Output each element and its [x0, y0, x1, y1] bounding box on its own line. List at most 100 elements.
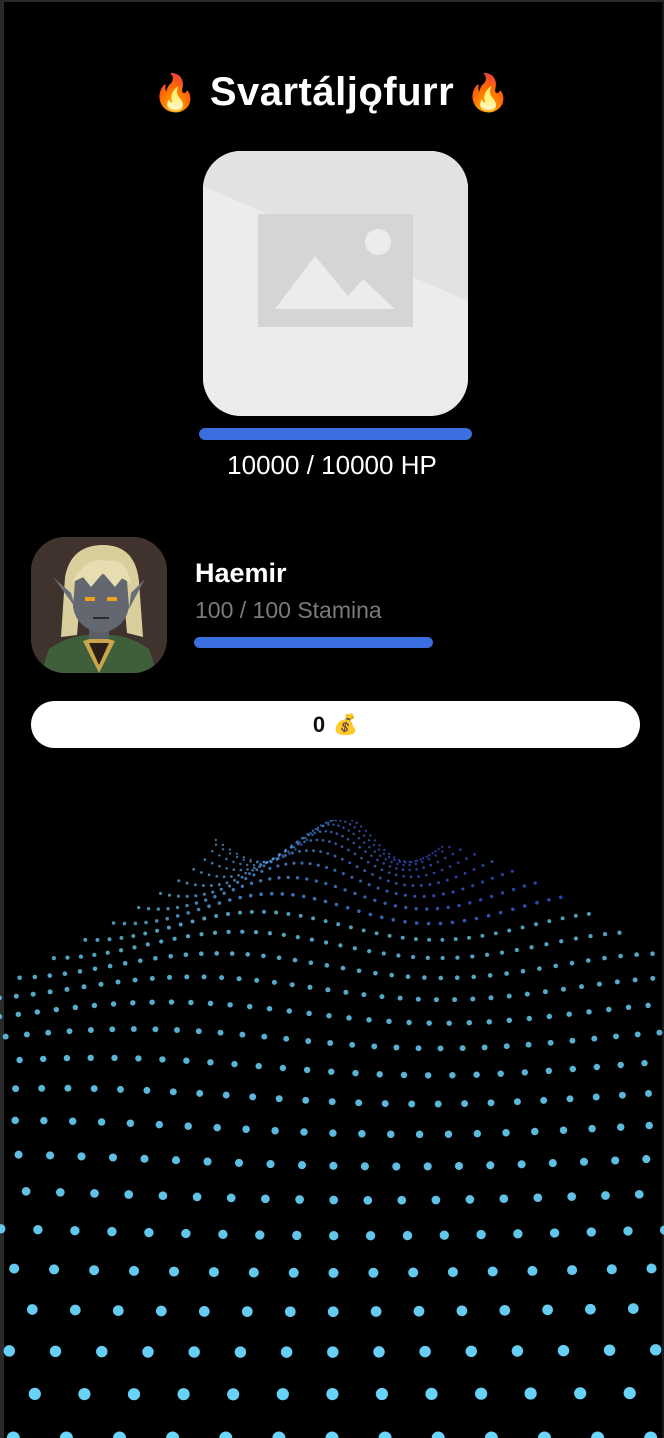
- particle-dot: [547, 1039, 554, 1046]
- particle-dot: [396, 862, 399, 866]
- particle-dot: [105, 950, 110, 955]
- particle-dot: [268, 866, 272, 870]
- particle-dot: [212, 930, 218, 935]
- particle-dot: [328, 1267, 339, 1278]
- boss-image[interactable]: [203, 151, 468, 416]
- particle-dot: [168, 1266, 180, 1277]
- particle-dot: [327, 821, 330, 824]
- particle-dot: [381, 1100, 389, 1108]
- particle-dot: [413, 1305, 425, 1317]
- particle-dot: [268, 877, 272, 881]
- particle-dot: [168, 953, 174, 959]
- particle-dot: [474, 916, 479, 921]
- particle-dot: [242, 858, 246, 861]
- particle-dot: [166, 907, 170, 911]
- particle-dot: [219, 887, 223, 891]
- particle-dot: [377, 848, 381, 851]
- particle-dot: [402, 863, 405, 867]
- particle-dot: [277, 853, 281, 857]
- particle-dot: [381, 951, 386, 956]
- particle-dot: [449, 1071, 456, 1079]
- particle-dot: [567, 1192, 577, 1201]
- particle-dot: [538, 1431, 551, 1438]
- particle-dot: [242, 1125, 250, 1133]
- particle-dot: [127, 1388, 141, 1401]
- particle-dot: [413, 894, 417, 898]
- particle-dot: [465, 1195, 475, 1204]
- particle-dot: [394, 873, 398, 877]
- particle-dot: [338, 943, 343, 948]
- particle-dot: [502, 1128, 510, 1137]
- particle-dot: [219, 975, 225, 981]
- particle-dot: [362, 841, 366, 844]
- particle-dot: [425, 855, 428, 859]
- particle-dot: [153, 955, 158, 961]
- particle-dot: [368, 912, 373, 917]
- particle-dot: [453, 937, 458, 942]
- particle-dot: [374, 931, 379, 936]
- particle-dot: [222, 875, 226, 879]
- particle-dot: [111, 1054, 118, 1062]
- particle-dot: [486, 913, 491, 918]
- particle-dot: [435, 906, 440, 911]
- particle-dot: [560, 986, 567, 992]
- particle-dot: [363, 895, 367, 899]
- particle-dot: [481, 1044, 488, 1051]
- particle-dot: [304, 849, 308, 853]
- particle-dot: [314, 879, 318, 883]
- gold-counter[interactable]: 0 💰: [31, 701, 640, 748]
- particle-dot: [522, 884, 527, 888]
- particle-dot: [298, 913, 303, 918]
- particle-dot: [616, 1123, 625, 1131]
- particle-dot: [234, 1346, 247, 1358]
- particle-dot: [337, 824, 340, 828]
- particle-dot: [225, 881, 229, 885]
- particle-dot: [411, 884, 415, 888]
- particle-dot: [419, 884, 423, 887]
- particle-dot: [59, 1431, 73, 1438]
- particle-dot: [331, 820, 335, 822]
- particle-dot: [221, 848, 225, 851]
- particle-dot: [91, 1002, 98, 1009]
- particle-dot: [646, 1263, 657, 1274]
- particle-dot: [405, 974, 411, 980]
- particle-dot: [336, 922, 341, 927]
- particle-dot: [334, 820, 338, 822]
- fire-icon: 🔥: [152, 72, 199, 113]
- particle-dot: [461, 1100, 469, 1108]
- particle-dot: [131, 934, 136, 938]
- particle-dot: [107, 1226, 117, 1237]
- particle-dot: [6, 1431, 20, 1438]
- particle-dot: [479, 898, 483, 902]
- particle-dot: [228, 848, 232, 851]
- particle-dot: [431, 852, 434, 855]
- particle-dot: [557, 1344, 570, 1357]
- particle-dot: [303, 840, 306, 844]
- particle-dot: [280, 1346, 293, 1358]
- particle-dot: [64, 1084, 72, 1092]
- particle-dot: [321, 838, 325, 842]
- particle-dot: [382, 862, 385, 865]
- particle-dot: [124, 1190, 134, 1199]
- particle-dot: [115, 979, 121, 985]
- particle-dot: [423, 1162, 432, 1171]
- avatar[interactable]: [31, 537, 167, 673]
- particle-dot: [542, 989, 548, 995]
- particle-dot: [312, 849, 315, 853]
- particle-dot: [137, 905, 141, 910]
- particle-dot: [295, 1195, 304, 1204]
- particle-dot: [566, 1011, 572, 1017]
- particle-dot: [649, 1344, 662, 1356]
- particle-dot: [119, 935, 124, 940]
- particle-dot: [446, 1020, 452, 1026]
- particle-dot: [117, 1085, 124, 1093]
- stamina-bar-fill: [194, 637, 433, 648]
- particle-dot: [347, 829, 350, 832]
- particle-dot: [376, 858, 379, 862]
- fire-icon: 🔥: [465, 72, 512, 113]
- particle-dot: [546, 1013, 553, 1020]
- particle-dot: [409, 875, 413, 879]
- particle-dot: [475, 1387, 488, 1400]
- particle-dot: [292, 957, 298, 963]
- particle-dot: [214, 838, 217, 842]
